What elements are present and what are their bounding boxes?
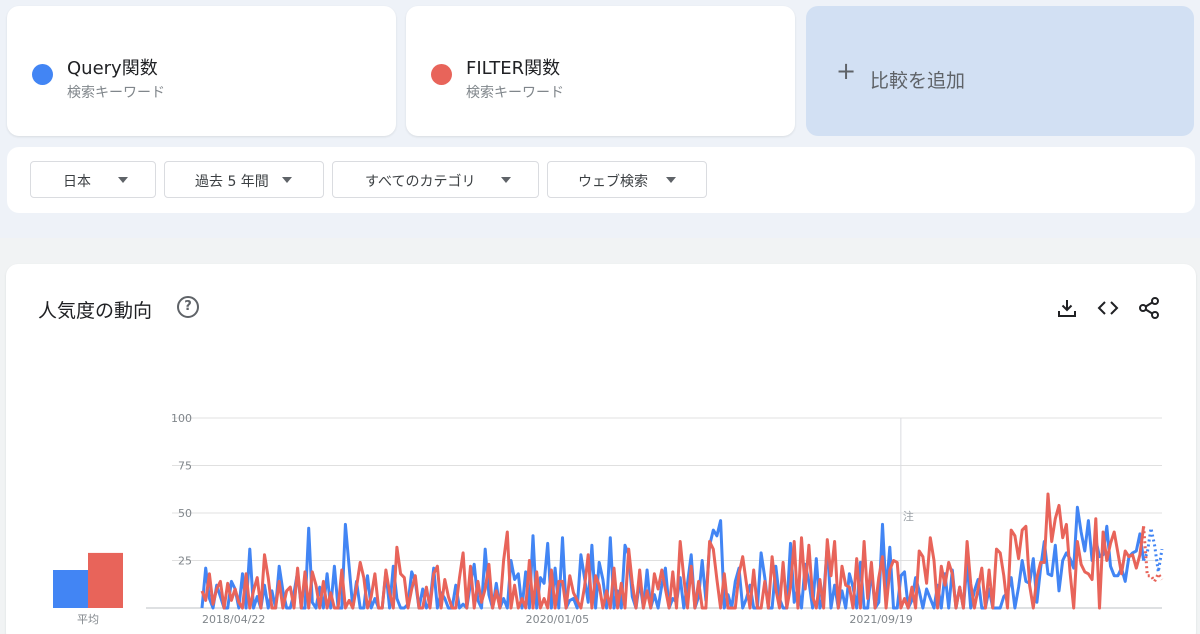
y-tick-label: 25 [178, 555, 192, 568]
dropdown-caret-icon [282, 177, 292, 183]
region-label: 日本 [63, 174, 91, 190]
search-term-card-2[interactable]: FILTER関数 検索キーワード [406, 6, 795, 136]
trends-page: Query関数 検索キーワード FILTER関数 検索キーワード + 比較を追加… [0, 0, 1200, 634]
search-type-label: ウェブ検索 [578, 174, 648, 190]
x-tick-label: 2018/04/22 [202, 613, 265, 626]
dropdown-caret-icon [501, 177, 511, 183]
category-label: すべてのカテゴリ [365, 174, 476, 190]
series-color-dot [32, 64, 53, 85]
dropdown-caret-icon [666, 177, 676, 183]
average-bar [88, 552, 123, 608]
average-label: 平均 [77, 613, 99, 626]
add-comparison-label: 比較を追加 [870, 70, 966, 92]
series-line-partial[interactable] [1142, 527, 1164, 573]
category-dropdown[interactable]: すべてのカテゴリ [332, 161, 539, 198]
search-term-card-1[interactable]: Query関数 検索キーワード [7, 6, 396, 136]
search-term-type: 検索キーワード [466, 85, 564, 101]
x-tick-label: 2021/09/19 [849, 613, 912, 626]
average-bar [53, 570, 88, 608]
x-tick-label: 2020/01/05 [526, 613, 589, 626]
add-comparison-button[interactable]: + 比較を追加 [806, 6, 1194, 136]
interest-over-time-card: 人気度の動向 ? 100 75 50 25 注 2018/04/22 2020/01/05 2… [6, 264, 1196, 634]
search-term-name[interactable]: Query関数 [67, 54, 158, 80]
search-term-name[interactable]: FILTER関数 [466, 54, 560, 80]
search-type-dropdown[interactable]: ウェブ検索 [547, 161, 707, 198]
series-color-dot [431, 64, 452, 85]
search-term-type: 検索キーワード [67, 85, 165, 101]
dropdown-caret-icon [118, 177, 128, 183]
y-tick-label: 50 [178, 507, 192, 520]
plus-icon: + [836, 57, 857, 85]
y-tick-label: 75 [178, 460, 192, 473]
time-range-dropdown[interactable]: 過去 5 年間 [164, 161, 324, 198]
filter-bar: 日本 過去 5 年間 すべてのカテゴリ ウェブ検索 [7, 147, 1195, 213]
time-range-label: 過去 5 年間 [195, 174, 269, 190]
region-dropdown[interactable]: 日本 [30, 161, 156, 198]
note-marker-label: 注 [903, 509, 914, 523]
y-tick-label: 100 [171, 412, 192, 425]
interest-over-time-chart[interactable]: 100 75 50 25 注 2018/04/22 2020/01/05 2021/09/19… [6, 264, 1196, 634]
